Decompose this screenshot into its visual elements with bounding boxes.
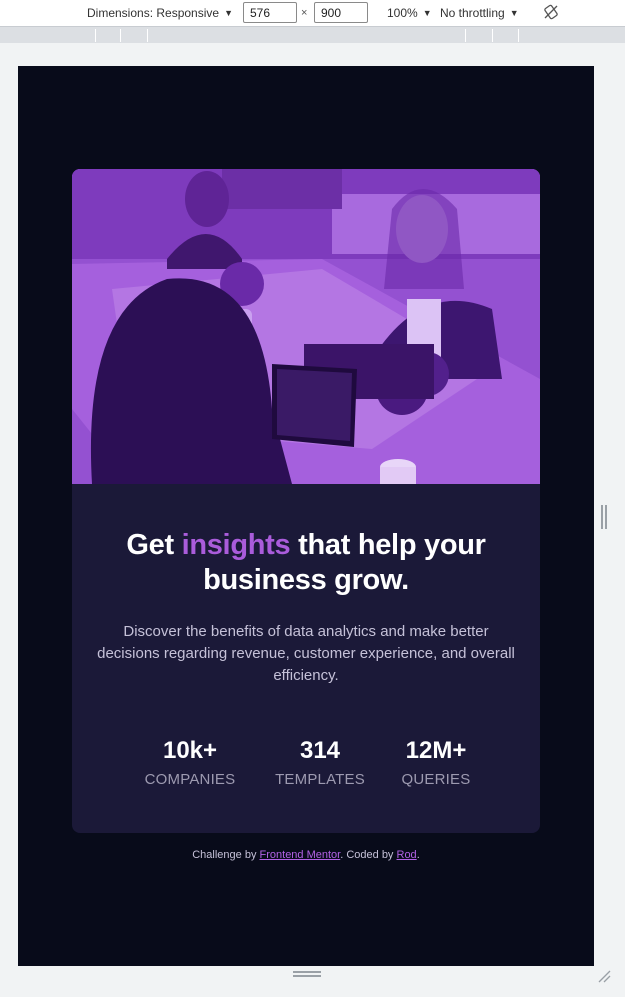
media-query-ruler[interactable] bbox=[0, 26, 625, 43]
stat-templates: 314 TEMPLATES bbox=[262, 737, 378, 789]
stat-label: TEMPLATES bbox=[275, 771, 365, 788]
dimension-separator: × bbox=[301, 7, 308, 19]
caret-down-icon: ▼ bbox=[422, 8, 432, 18]
zoom-dropdown[interactable]: 100% ▼ bbox=[387, 6, 432, 20]
stats-row: 10k+ COMPANIES 314 TEMPLATES 12M+ QUERIE… bbox=[132, 737, 480, 797]
card-title: Get insights that help your business gro… bbox=[126, 529, 486, 596]
title-accent: insights bbox=[181, 529, 291, 561]
height-input[interactable] bbox=[314, 2, 368, 23]
stat-value: 12M+ bbox=[405, 737, 467, 764]
rotate-icon[interactable] bbox=[543, 4, 559, 20]
stat-label: COMPANIES bbox=[144, 771, 236, 788]
devtools-toolbar: Dimensions: Responsive ▼ × 100% ▼ No thr… bbox=[0, 0, 625, 26]
stat-value: 314 bbox=[299, 737, 341, 764]
card-content: Get insights that help your business gro… bbox=[72, 484, 540, 833]
resize-corner-icon[interactable] bbox=[597, 969, 611, 983]
hero-image bbox=[72, 169, 540, 484]
zoom-label: 100% bbox=[387, 6, 418, 20]
caret-down-icon: ▼ bbox=[224, 8, 233, 18]
stat-value: 10k+ bbox=[162, 737, 218, 764]
width-input[interactable] bbox=[243, 2, 297, 23]
stat-companies: 10k+ COMPANIES bbox=[132, 737, 248, 789]
stats-card: Get insights that help your business gro… bbox=[72, 169, 540, 833]
resize-width-handle[interactable] bbox=[601, 505, 607, 529]
attribution: Challenge by Frontend Mentor. Coded by R… bbox=[192, 849, 420, 861]
resize-height-handle[interactable] bbox=[293, 971, 321, 977]
card-description: Discover the benefits of data analytics … bbox=[97, 623, 515, 684]
author-link[interactable]: Rod bbox=[397, 849, 417, 861]
caret-down-icon: ▼ bbox=[509, 8, 519, 18]
stat-label: QUERIES bbox=[401, 771, 471, 788]
throttling-dropdown[interactable]: No throttling ▼ bbox=[440, 6, 519, 20]
dimensions-label: Dimensions: Responsive bbox=[87, 6, 220, 20]
throttling-label: No throttling bbox=[440, 6, 505, 20]
dimensions-dropdown[interactable]: Dimensions: Responsive ▼ bbox=[87, 6, 233, 20]
frontend-mentor-link[interactable]: Frontend Mentor bbox=[260, 849, 341, 861]
emulated-viewport: Get insights that help your business gro… bbox=[18, 66, 594, 966]
stat-queries: 12M+ QUERIES bbox=[378, 737, 494, 789]
